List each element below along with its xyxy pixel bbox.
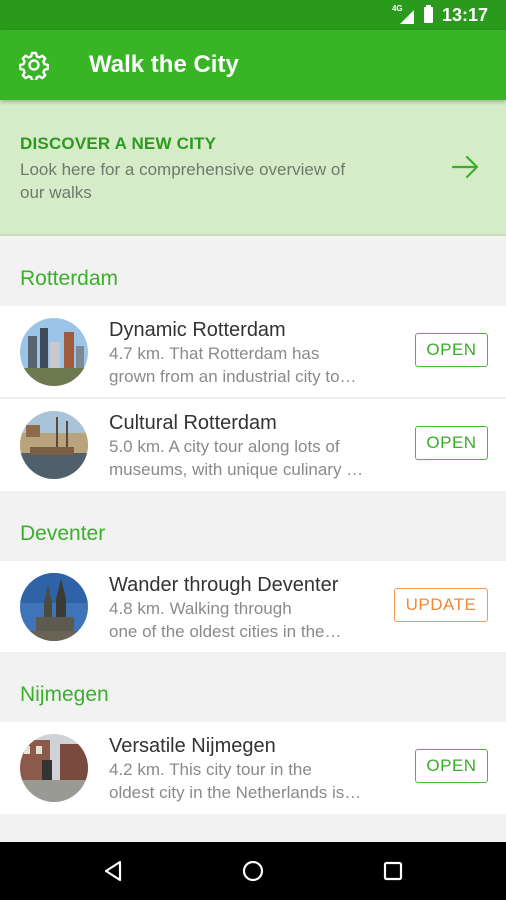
- back-triangle-icon[interactable]: [100, 858, 126, 884]
- walk-thumbnail: [20, 734, 88, 802]
- gear-icon[interactable]: [18, 50, 50, 82]
- section-header-nijmegen: Nijmegen: [0, 652, 506, 722]
- walk-title: Versatile Nijmegen: [109, 735, 276, 757]
- section-city-name: Rotterdam: [20, 267, 119, 290]
- discover-banner[interactable]: DISCOVER A NEW CITY Look here for a comp…: [0, 100, 506, 236]
- walk-description: 4.7 km. That Rotterdam has grown from an…: [109, 344, 357, 386]
- signal-icon: 4G: [392, 4, 414, 24]
- open-button[interactable]: OPEN: [415, 426, 488, 460]
- walk-thumbnail: [20, 318, 88, 386]
- status-time: 13:17: [441, 4, 488, 25]
- walk-description: 4.2 km. This city tour in the oldest cit…: [109, 760, 362, 802]
- walk-title: Wander through Deventer: [109, 574, 339, 596]
- battery-icon: [423, 5, 433, 23]
- navigation-bar: [0, 842, 506, 900]
- walk-thumbnail: [20, 573, 88, 641]
- status-bar: 4G 13:17: [0, 0, 506, 30]
- open-button[interactable]: OPEN: [415, 749, 488, 783]
- section-city-name: Deventer: [20, 522, 106, 545]
- section-city-name: Nijmegen: [20, 683, 109, 706]
- arrow-right-icon[interactable]: [450, 152, 480, 182]
- section-header-rotterdam: Rotterdam: [0, 236, 506, 306]
- walk-description: 4.8 km. Walking through one of the oldes…: [109, 599, 342, 641]
- walk-card[interactable]: Wander through Deventer 4.8 km. Walking …: [0, 561, 506, 653]
- section-header-deventer: Deventer: [0, 491, 506, 561]
- home-circle-icon[interactable]: [240, 858, 266, 884]
- walk-card[interactable]: Versatile Nijmegen 4.2 km. This city tou…: [0, 722, 506, 814]
- walk-title: Dynamic Rotterdam: [109, 319, 286, 341]
- open-button[interactable]: OPEN: [415, 333, 488, 367]
- walk-description: 5.0 km. A city tour along lots of museum…: [109, 437, 364, 479]
- walk-card[interactable]: Dynamic Rotterdam 4.7 km. That Rotterdam…: [0, 306, 506, 398]
- discover-description: Look here for a comprehensive overview o…: [20, 160, 346, 202]
- app-bar: Walk the City: [0, 30, 506, 100]
- discover-heading: DISCOVER A NEW CITY: [20, 134, 217, 153]
- walk-title: Cultural Rotterdam: [109, 412, 277, 434]
- update-button[interactable]: UPDATE: [394, 588, 488, 622]
- app-title: Walk the City: [89, 51, 239, 78]
- recents-square-icon[interactable]: [380, 858, 406, 884]
- walk-thumbnail: [20, 411, 88, 479]
- walk-card[interactable]: Cultural Rotterdam 5.0 km. A city tour a…: [0, 399, 506, 491]
